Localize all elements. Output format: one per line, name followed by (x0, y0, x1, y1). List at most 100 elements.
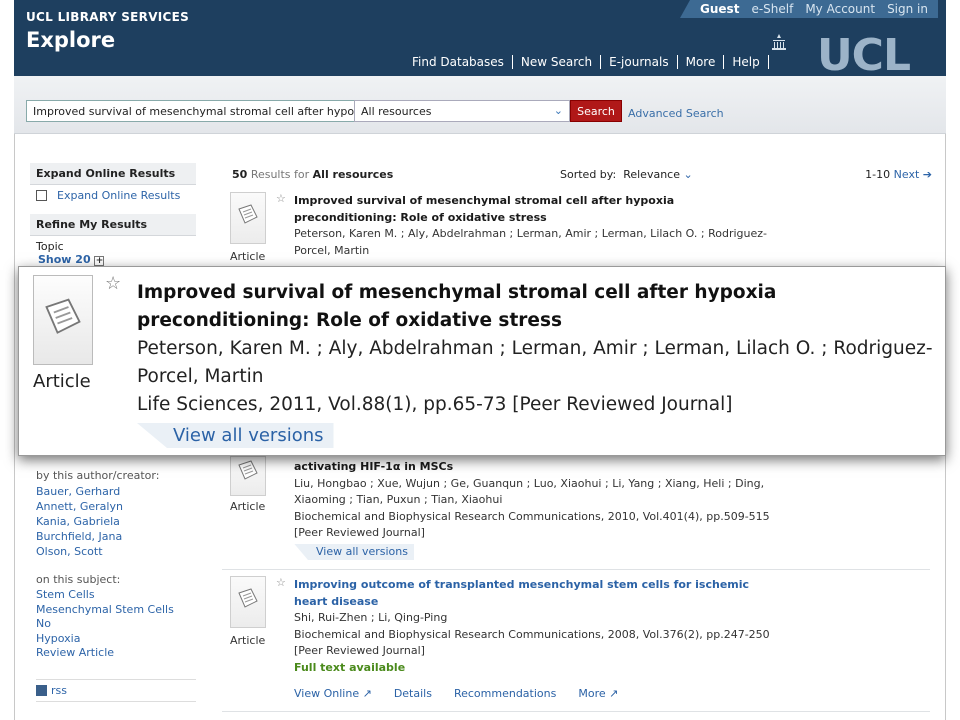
result-authors: Liu, Hongbao ; Xue, Wujun ; Ge, Guanqun … (294, 476, 765, 490)
arrow-right-icon[interactable]: ➔ (923, 168, 932, 181)
full-text-badge: Full text available (294, 660, 406, 674)
rss-label[interactable]: rss (51, 684, 67, 697)
result-type: Article (33, 371, 91, 392)
scope-select[interactable]: All resources ⌄ (354, 100, 570, 122)
facet-subject[interactable]: Stem Cells (36, 588, 196, 603)
refine-heading: Refine My Results (30, 214, 196, 236)
result-body: Improved survival of mesenchymal stromal… (294, 193, 784, 259)
result-type: Article (230, 500, 266, 513)
sort-label: Sorted by: (560, 168, 617, 181)
external-link-icon: ↗ (362, 687, 372, 700)
ucl-logo[interactable]: UCL (817, 30, 911, 81)
my-account-link[interactable]: My Account (805, 2, 875, 18)
result-title[interactable]: Improving outcome of transplanted mesenc… (294, 577, 784, 594)
topic-show-link[interactable]: Show 20 + (30, 253, 196, 266)
facets-sidebar: Expand Online Results Expand Online Resu… (30, 163, 196, 702)
result-authors: Shi, Rui-Zhen ; Li, Qing-Ping (294, 611, 448, 624)
brand-name[interactable]: UCL LIBRARY SERVICES (26, 10, 189, 24)
result-title[interactable]: heart disease (294, 594, 784, 611)
result-authors: Porcel, Martin (294, 243, 370, 257)
result-review: [Peer Reviewed Journal] (294, 644, 425, 657)
chevron-down-icon: ⌄ (683, 168, 693, 181)
result-source: Biochemical and Biophysical Research Com… (294, 627, 770, 641)
result-title[interactable]: Improved survival of mesenchymal stromal… (294, 193, 784, 210)
eshelf-link[interactable]: e-Shelf (751, 2, 793, 18)
advanced-search-link[interactable]: Advanced Search (628, 107, 724, 120)
sort-control[interactable]: Sorted by: Relevance ⌄ (560, 168, 693, 181)
expand-heading: Expand Online Results (30, 163, 196, 185)
search-button[interactable]: Search (570, 100, 622, 122)
article-thumbnail[interactable] (230, 456, 266, 496)
nav-find-databases[interactable]: Find Databases (412, 55, 513, 69)
scope-value: All resources (361, 105, 432, 118)
result-authors: Peterson, Karen M. ; Aly, Abdelrahman ; … (294, 227, 767, 240)
expand-plus-icon[interactable]: + (94, 256, 105, 266)
page-range: 1-10 (865, 168, 891, 181)
star-icon[interactable]: ☆ (276, 576, 286, 589)
sort-value[interactable]: Relevance (623, 168, 680, 181)
facet-subject[interactable]: Mesenchymal Stem Cells (36, 603, 196, 618)
main-nav: Find Databases New Search E-journals Mor… (412, 55, 769, 69)
more-link[interactable]: More ↗ (578, 686, 618, 703)
facet-author[interactable]: Burchfield, Jana (36, 529, 196, 544)
result-source: Biochemical and Biophysical Research Com… (294, 509, 770, 523)
article-thumbnail[interactable] (230, 576, 266, 628)
result-title[interactable]: activating HIF-1α in MSCs (294, 459, 784, 476)
results-header: 50 Results for All resources Sorted by: … (232, 168, 932, 184)
result-body: Improved survival of mesenchymal stromal… (137, 279, 937, 419)
result-authors: Peterson, Karen M. ; Aly, Abdelrahman ; … (137, 338, 933, 359)
result-actions: View Online ↗ Details Recommendations Mo… (294, 686, 784, 703)
result-review: [Peer Reviewed Journal] (294, 526, 425, 539)
result-body: Improving outcome of transplanted mesenc… (294, 577, 784, 703)
next-page-link[interactable]: Next (894, 168, 920, 181)
zoomed-result-popover: Article ☆ Improved survival of mesenchym… (18, 266, 946, 456)
facet-author[interactable]: Olson, Scott (36, 544, 196, 559)
result-title[interactable]: preconditioning: Role of oxidative stres… (137, 307, 937, 335)
document-icon (238, 460, 258, 480)
expand-checkbox[interactable] (36, 190, 47, 201)
result-item: Article ☆ Improved survival of mesenchym… (222, 188, 930, 268)
subject-facet-label: on this subject: (36, 573, 121, 586)
topic-label: Topic (36, 240, 64, 253)
star-icon[interactable]: ☆ (276, 192, 286, 205)
facet-subject[interactable]: Review Article (36, 646, 196, 661)
facet-author[interactable]: Kania, Gabriela (36, 514, 196, 529)
nav-more[interactable]: More (678, 55, 725, 69)
result-title[interactable]: Improved survival of mesenchymal stromal… (137, 279, 937, 307)
result-authors: Porcel, Martin (137, 366, 264, 387)
facet-author[interactable]: Bauer, Gerhard (36, 484, 196, 499)
details-link[interactable]: Details (394, 686, 432, 703)
results-count: 50 Results for All resources (232, 168, 394, 181)
expand-option-label[interactable]: Expand Online Results (57, 189, 180, 202)
view-online-link[interactable]: View Online ↗ (294, 686, 372, 703)
search-input[interactable]: Improved survival of mesenchymal stromal… (26, 100, 364, 122)
result-type: Article (230, 634, 266, 647)
article-thumbnail[interactable] (230, 192, 266, 244)
result-authors: Xiaoming ; Tian, Puxun ; Tian, Xiaohui (294, 493, 503, 506)
chevron-down-icon: ⌄ (553, 104, 563, 117)
rss-link[interactable]: rss (36, 678, 196, 702)
facet-author[interactable]: Annett, Geralyn (36, 499, 196, 514)
sign-in-link[interactable]: Sign in (887, 2, 928, 18)
search-bar: Improved survival of mesenchymal stromal… (14, 76, 946, 134)
nav-help[interactable]: Help (724, 55, 769, 69)
document-icon (238, 204, 258, 224)
article-thumbnail[interactable] (33, 275, 93, 365)
nav-new-search[interactable]: New Search (513, 55, 602, 69)
document-icon (45, 298, 81, 334)
star-icon[interactable]: ☆ (105, 273, 121, 294)
result-item: Article ☆ Improving outcome of transplan… (222, 572, 930, 712)
view-all-versions-link[interactable]: View all versions (294, 543, 414, 560)
user-bar: Guest e-Shelf My Account Sign in (680, 0, 938, 18)
page-title[interactable]: Explore (26, 28, 115, 52)
facet-subject[interactable]: No (36, 617, 196, 632)
view-all-versions-link[interactable]: View all versions (137, 423, 334, 448)
document-icon (238, 588, 258, 608)
rss-icon (36, 684, 47, 696)
recommendations-link[interactable]: Recommendations (454, 686, 556, 703)
result-title[interactable]: preconditioning: Role of oxidative stres… (294, 210, 784, 227)
nav-ejournals[interactable]: E-journals (601, 55, 678, 69)
expand-option[interactable]: Expand Online Results (30, 185, 196, 206)
result-body: activating HIF-1α in MSCs Liu, Hongbao ;… (294, 459, 784, 560)
facet-subject[interactable]: Hypoxia (36, 632, 196, 647)
